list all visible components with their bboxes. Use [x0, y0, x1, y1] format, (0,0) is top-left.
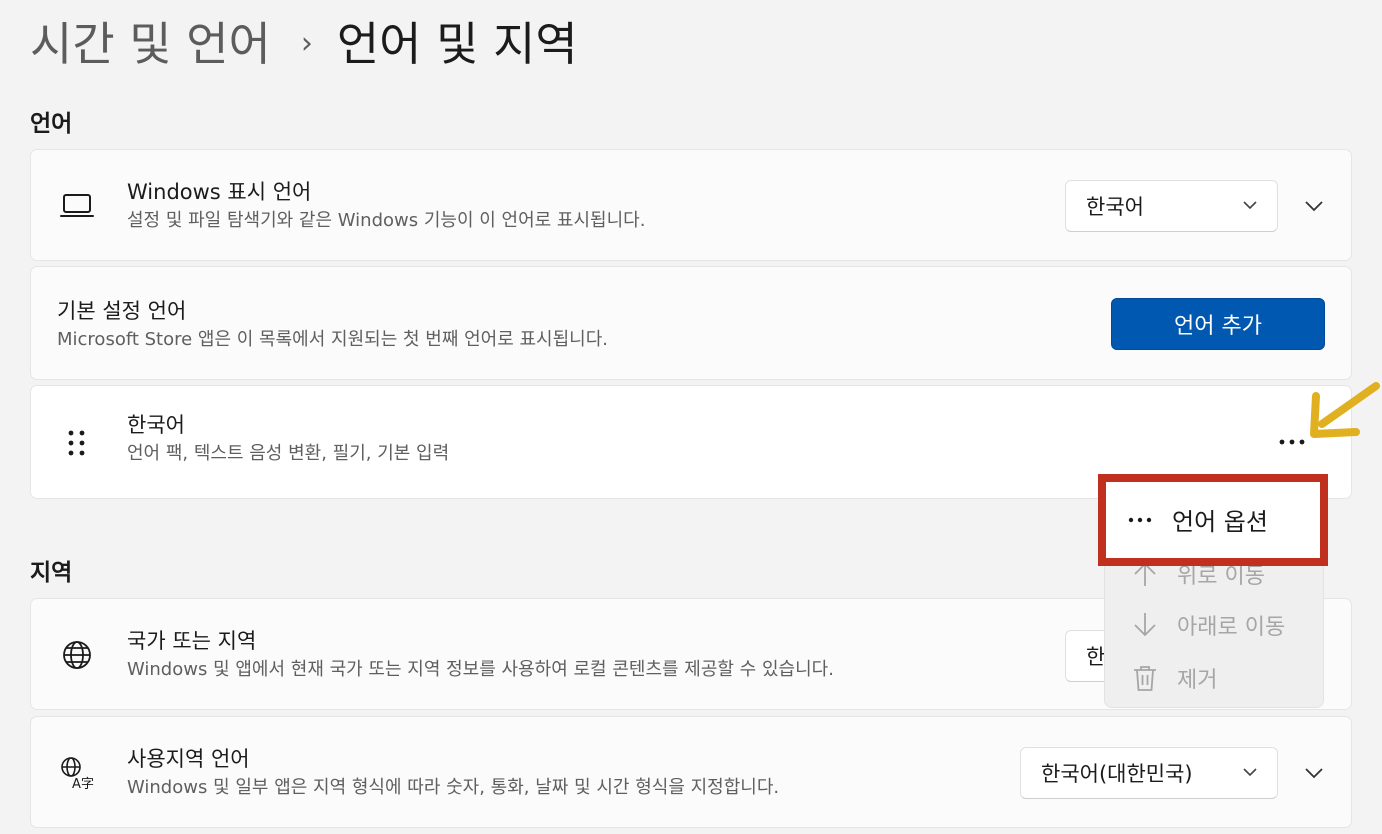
breadcrumb-parent[interactable]: 시간 및 언어 [30, 14, 271, 74]
section-heading-region: 지역 [30, 560, 73, 586]
preferred-languages-description: Microsoft Store 앱은 이 목록에서 지원되는 첫 번째 언어로 … [57, 329, 609, 350]
chevron-down-icon [1243, 201, 1257, 210]
regional-format-value: 한국어(대한민국) [1041, 762, 1193, 786]
globe-icon [57, 635, 97, 675]
display-language-title: Windows 표시 언어 [127, 180, 312, 204]
svg-text:字: 字 [81, 777, 94, 791]
display-language-value: 한국어 [1086, 195, 1144, 219]
chevron-down-icon [1243, 768, 1257, 777]
regional-format-title: 사용지역 언어 [127, 747, 250, 771]
menu-item-label: 제거 [1177, 668, 1218, 693]
more-icon [1128, 517, 1152, 522]
country-region-value: 한 [1086, 645, 1106, 669]
page-title: 언어 및 지역 [336, 17, 578, 71]
display-language-select[interactable]: 한국어 [1065, 180, 1278, 232]
korean-language-description: 언어 팩, 텍스트 음성 변환, 필기, 기본 입력 [127, 443, 450, 464]
menu-item-move-down[interactable]: 아래로 이동 [1105, 598, 1323, 652]
more-options-button[interactable] [1275, 432, 1309, 452]
arrow-down-icon [1127, 607, 1163, 643]
country-region-description: Windows 및 앱에서 현재 국가 또는 지역 정보를 사용하여 로컬 콘텐… [127, 659, 834, 680]
annotation-arrow-icon [1310, 382, 1380, 438]
breadcrumb-separator: › [300, 26, 313, 61]
menu-item-remove[interactable]: 제거 [1105, 651, 1323, 705]
section-heading-language: 언어 [30, 111, 73, 137]
breadcrumb: 시간 및 언어 › 언어 및 지역 [30, 14, 578, 74]
regional-format-select[interactable]: 한국어(대한민국) [1020, 747, 1278, 799]
add-language-button[interactable]: 언어 추가 [1111, 298, 1325, 350]
drag-handle-icon[interactable] [57, 423, 97, 463]
display-language-card[interactable]: Windows 표시 언어 설정 및 파일 탐색기와 같은 Windows 기능… [30, 149, 1352, 261]
language-format-icon: A 字 [57, 753, 97, 793]
menu-item-label: 언어 옵션 [1172, 508, 1268, 536]
svg-text:A: A [72, 777, 81, 791]
trash-icon [1127, 660, 1163, 696]
menu-item-language-options[interactable]: 언어 옵션 [1128, 502, 1268, 537]
regional-format-card[interactable]: A 字 사용지역 언어 Windows 및 일부 앱은 지역 형식에 따라 숫자… [30, 716, 1352, 828]
expand-chevron-icon[interactable] [1302, 761, 1326, 785]
laptop-icon [57, 186, 97, 226]
regional-format-description: Windows 및 일부 앱은 지역 형식에 따라 숫자, 통화, 날짜 및 시… [127, 777, 780, 798]
display-language-description: 설정 및 파일 탐색기와 같은 Windows 기능이 이 언어로 표시됩니다. [127, 210, 646, 231]
korean-language-title: 한국어 [127, 413, 185, 437]
preferred-languages-card: 기본 설정 언어 Microsoft Store 앱은 이 목록에서 지원되는 … [30, 266, 1352, 380]
preferred-languages-title: 기본 설정 언어 [57, 299, 187, 323]
country-region-title: 국가 또는 지역 [127, 629, 257, 653]
expand-chevron-icon[interactable] [1302, 194, 1326, 218]
more-icon [1279, 439, 1305, 445]
highlight-box: 언어 옵션 [1098, 474, 1328, 566]
menu-item-label: 아래로 이동 [1177, 615, 1286, 640]
